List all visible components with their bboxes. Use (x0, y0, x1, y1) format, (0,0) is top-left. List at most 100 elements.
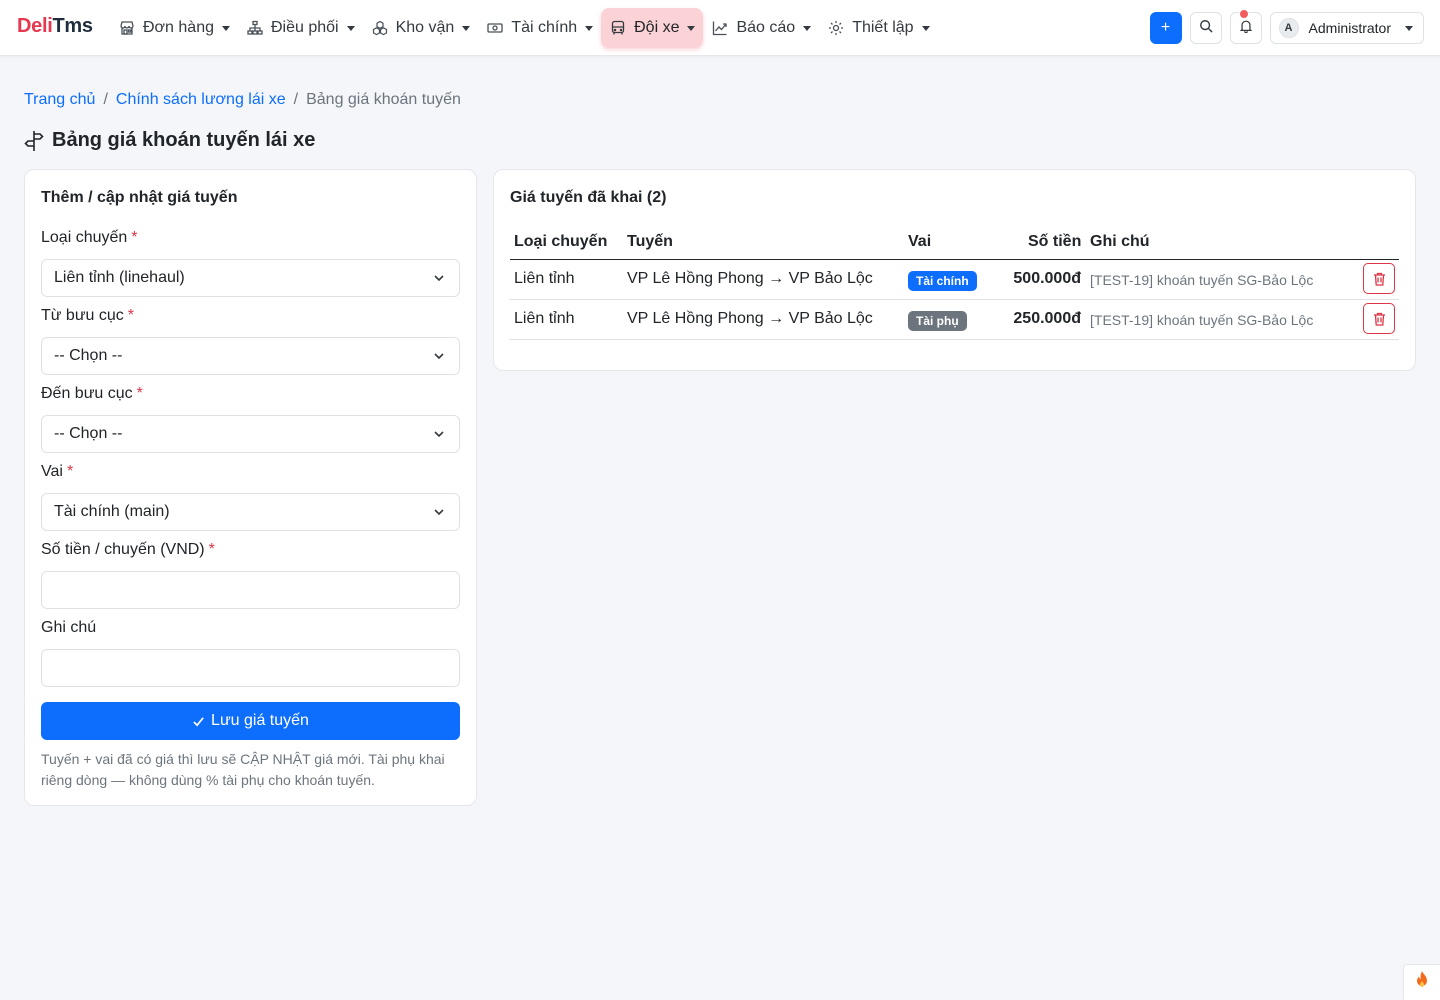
from-office-select[interactable]: -- Chọn -- (41, 337, 460, 375)
form-hint-text: Tuyến + vai đã có giá thì lưu sẽ CẬP NHẬ… (41, 751, 445, 788)
route-price-list-card: Giá tuyến đã khai (2) Loại chuyến Tuyến … (493, 169, 1416, 371)
column-header-role: Vai (908, 233, 932, 250)
chevron-down-icon (434, 353, 444, 360)
cash-icon (486, 19, 504, 37)
nav-item-label: Đơn hàng (143, 19, 214, 36)
route-price-form-card: Thêm / cập nhật giá tuyến Loại chuyến * L… (24, 169, 477, 806)
notifications-button[interactable] (1229, 9, 1262, 44)
trash-icon (1373, 272, 1385, 286)
row-divider (510, 299, 1399, 300)
cell-route: VP Lê Hồng Phong → VP Bảo Lộc (627, 270, 873, 287)
nav-item-warehouse[interactable]: Kho vận (363, 8, 479, 48)
cell-trip-type: Liên tỉnh (514, 310, 575, 327)
caret-down-icon (462, 25, 471, 31)
nav-item-label: Điều phối (270, 19, 339, 36)
breadcrumb: Trang chủ / Chính sách lương lái xe / Bả… (24, 91, 461, 109)
debug-toolbar-button[interactable] (1403, 964, 1440, 1000)
nav-item-finance[interactable]: Tài chính (478, 8, 601, 48)
navbar-tools: + A Administrator (1149, 9, 1424, 44)
chevron-down-icon (434, 275, 444, 282)
nav-item-label: Tài chính (511, 19, 578, 36)
shop-icon (118, 19, 136, 37)
trip-type-value: Liên tỉnh (linehaul) (54, 269, 185, 286)
column-header-trip-type: Loại chuyến (514, 233, 608, 250)
caret-down-icon (1405, 25, 1413, 31)
gear-icon (827, 19, 845, 37)
to-office-value: -- Chọn -- (54, 425, 123, 442)
caret-down-icon (221, 25, 230, 31)
nav-item-orders[interactable]: Đơn hàng (110, 8, 238, 48)
trash-icon (1373, 312, 1385, 326)
amount-label: Số tiền / chuyến (VND) * (41, 541, 215, 558)
delete-row-button[interactable] (1363, 263, 1395, 294)
breadcrumb-parent-link[interactable]: Chính sách lương lái xe (116, 91, 286, 109)
cell-note: [TEST-19] khoán tuyến SG-Bảo Lộc (1090, 272, 1314, 288)
breadcrumb-home-link[interactable]: Trang chủ (24, 91, 95, 109)
user-menu-button[interactable]: A Administrator (1269, 12, 1424, 44)
breadcrumb-separator: / (103, 91, 108, 108)
user-name: Administrator (1308, 20, 1391, 36)
nav-item-reports[interactable]: Báo cáo (703, 8, 819, 48)
note-input[interactable] (41, 649, 460, 687)
to-office-select[interactable]: -- Chọn -- (41, 415, 460, 453)
page-title: Bảng giá khoán tuyến lái xe (24, 129, 315, 152)
page-title-text: Bảng giá khoán tuyến lái xe (52, 129, 316, 151)
fire-icon (1414, 970, 1430, 995)
form-card-title: Thêm / cập nhật giá tuyến (41, 189, 238, 206)
cell-trip-type: Liên tỉnh (514, 270, 575, 287)
caret-down-icon (585, 25, 594, 31)
main-menu: Đơn hàng Điều phối Kho vận Tài chính Đội… (110, 8, 938, 48)
from-office-value: -- Chọn -- (54, 347, 123, 364)
nav-item-fleet[interactable]: Đội xe (601, 8, 704, 48)
role-badge: Tài phụ (908, 311, 967, 331)
brand-logo[interactable]: DeliTms (17, 15, 93, 38)
chart-line-icon (711, 19, 729, 37)
brand-part-1: Deli (17, 15, 53, 37)
delete-row-button[interactable] (1363, 303, 1395, 334)
row-divider (510, 339, 1399, 340)
column-header-amount: Số tiền (1028, 233, 1082, 250)
chevron-down-icon (434, 431, 444, 438)
diagram-icon (246, 19, 264, 37)
note-label: Ghi chú (41, 619, 97, 636)
to-office-label: Đến bưu cục * (41, 385, 143, 402)
nav-item-label: Đội xe (634, 19, 680, 36)
trip-type-label: Loại chuyến * (41, 229, 138, 246)
amount-input[interactable] (41, 571, 460, 609)
quick-add-button[interactable]: + (1149, 12, 1182, 44)
notification-dot (1238, 9, 1249, 19)
search-button[interactable] (1189, 12, 1222, 44)
role-badge: Tài chính (908, 271, 977, 291)
role-select[interactable]: Tài chính (main) (41, 493, 460, 531)
save-button-label: Lưu giá tuyến (211, 712, 309, 729)
column-header-route: Tuyến (627, 233, 673, 250)
nav-item-settings[interactable]: Thiết lập (819, 8, 937, 48)
cell-amount: 250.000đ (1013, 310, 1081, 327)
breadcrumb-current: Bảng giá khoán tuyến (306, 91, 461, 108)
boxes-icon (371, 19, 389, 37)
brand-part-2: Tms (52, 15, 93, 37)
top-navbar: DeliTms Đơn hàng Điều phối Kho vận Tài c… (0, 0, 1440, 56)
cell-amount: 500.000đ (1013, 270, 1081, 287)
role-value: Tài chính (main) (54, 503, 170, 520)
plus-icon: + (1160, 19, 1171, 36)
caret-down-icon (687, 25, 696, 31)
column-header-note: Ghi chú (1090, 233, 1150, 250)
table-header-divider (510, 259, 1399, 260)
nav-item-dispatch[interactable]: Điều phối (238, 8, 363, 48)
save-route-price-button[interactable]: Lưu giá tuyến (41, 702, 460, 740)
bell-icon (1239, 19, 1253, 38)
caret-down-icon (346, 25, 355, 31)
trip-type-select[interactable]: Liên tỉnh (linehaul) (41, 259, 460, 297)
caret-down-icon (803, 25, 812, 31)
caret-down-icon (921, 25, 930, 31)
breadcrumb-separator: / (293, 91, 299, 108)
nav-item-label: Thiết lập (852, 19, 914, 36)
from-office-label: Từ bưu cục * (41, 307, 135, 324)
check-icon (192, 715, 205, 728)
avatar: A (1278, 18, 1299, 38)
list-card-title: Giá tuyến đã khai (2) (510, 189, 667, 206)
cell-route: VP Lê Hồng Phong → VP Bảo Lộc (627, 310, 873, 327)
chevron-down-icon (434, 509, 444, 516)
nav-item-label: Báo cáo (736, 19, 796, 36)
